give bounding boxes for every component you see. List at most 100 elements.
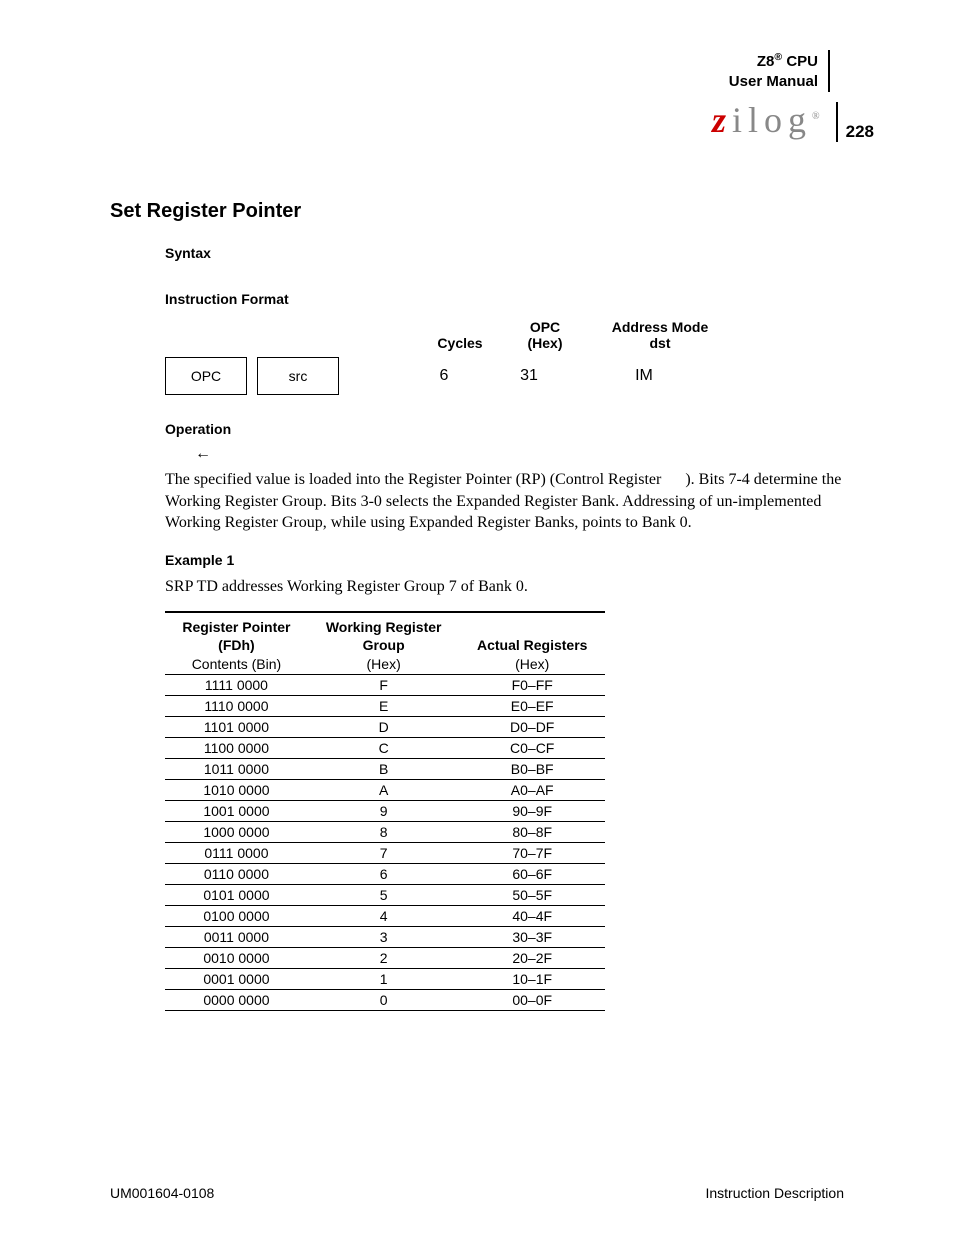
table-cell: 10–1F (459, 969, 605, 990)
subhdr-hex1: (Hex) (308, 654, 460, 675)
table-cell: 00–0F (459, 990, 605, 1011)
table-cell: 80–8F (459, 822, 605, 843)
section-title: Set Register Pointer (110, 200, 874, 223)
table-row: 0000 0000000–0F (165, 990, 605, 1011)
footer-docid: UM001604-0108 (110, 1185, 214, 1201)
table-cell: E0–EF (459, 696, 605, 717)
table-row: 0111 0000770–7F (165, 843, 605, 864)
table-cell: 9 (308, 801, 460, 822)
table-row: 1100 0000CC0–CF (165, 738, 605, 759)
table-row: 1011 0000BB0–BF (165, 759, 605, 780)
example1-heading: Example 1 (165, 552, 874, 568)
zilog-logo: zilog® (712, 102, 838, 142)
page-header: Z8® CPU User Manual zilog® 228 (110, 50, 874, 160)
table-cell: 40–4F (459, 906, 605, 927)
table-cell: 0011 0000 (165, 927, 308, 948)
table-row: 1111 0000FF0–FF (165, 675, 605, 696)
table-cell: B0–BF (459, 759, 605, 780)
table-cell: 30–3F (459, 927, 605, 948)
table-cell: A (308, 780, 460, 801)
table-cell: A0–AF (459, 780, 605, 801)
table-cell: E (308, 696, 460, 717)
table-subheader-row: Contents (Bin) (Hex) (Hex) (165, 654, 605, 675)
table-cell: 0000 0000 (165, 990, 308, 1011)
col-cycles-header: Cycles (415, 335, 505, 351)
table-cell: 20–2F (459, 948, 605, 969)
reg-mark: ® (774, 51, 782, 63)
table-cell: 0100 0000 (165, 906, 308, 927)
table-row: 0001 0000110–1F (165, 969, 605, 990)
table-cell: 1 (308, 969, 460, 990)
table-cell: 2 (308, 948, 460, 969)
table-row: 0110 0000660–6F (165, 864, 605, 885)
table-cell: 70–7F (459, 843, 605, 864)
page-footer: UM001604-0108 Instruction Description (110, 1185, 844, 1201)
th-working-group: Working RegisterGroup (308, 612, 460, 654)
col-opc-header: OPC (Hex) (505, 319, 585, 351)
page-number: 228 (838, 122, 874, 142)
logo-rest: ilog (732, 100, 812, 140)
table-cell: B (308, 759, 460, 780)
th-actual-registers: Actual Registers (459, 612, 605, 654)
table-cell: 1010 0000 (165, 780, 308, 801)
table-cell: 1111 0000 (165, 675, 308, 696)
opc-value: 31 (489, 367, 569, 385)
table-cell: 7 (308, 843, 460, 864)
table-cell: 60–6F (459, 864, 605, 885)
table-cell: F0–FF (459, 675, 605, 696)
th-reg-pointer: Register Pointer(FDh) (165, 612, 308, 654)
table-row: 0010 0000220–2F (165, 948, 605, 969)
register-table: Register Pointer(FDh) Working RegisterGr… (165, 611, 605, 1011)
syntax-heading: Syntax (165, 245, 874, 261)
cycles-value: 6 (399, 367, 489, 385)
doc-subtitle: User Manual (729, 72, 818, 92)
table-cell: 0111 0000 (165, 843, 308, 864)
table-cell: 6 (308, 864, 460, 885)
subhdr-contents: Contents (Bin) (165, 654, 308, 675)
table-cell: 5 (308, 885, 460, 906)
table-cell: D0–DF (459, 717, 605, 738)
table-cell: 4 (308, 906, 460, 927)
table-row: 1000 0000880–8F (165, 822, 605, 843)
product-name: Z8 (757, 53, 775, 70)
table-cell: 8 (308, 822, 460, 843)
addr-mode-value: IM (569, 367, 719, 385)
table-cell: 1101 0000 (165, 717, 308, 738)
table-cell: 1011 0000 (165, 759, 308, 780)
opc-box: OPC (165, 357, 247, 395)
table-cell: 90–9F (459, 801, 605, 822)
operation-heading: Operation (165, 421, 874, 437)
table-cell: 1000 0000 (165, 822, 308, 843)
table-cell: F (308, 675, 460, 696)
table-cell: D (308, 717, 460, 738)
table-row: 1010 0000AA0–AF (165, 780, 605, 801)
table-row: 0101 0000550–5F (165, 885, 605, 906)
table-cell: 0101 0000 (165, 885, 308, 906)
table-cell: 1100 0000 (165, 738, 308, 759)
cpu-label: CPU (786, 53, 818, 70)
table-row: 1001 0000990–9F (165, 801, 605, 822)
table-row: 1110 0000EE0–EF (165, 696, 605, 717)
table-cell: 1001 0000 (165, 801, 308, 822)
instr-format-heading: Instruction Format (165, 291, 874, 307)
example1-text: SRP TD addresses Working Register Group … (165, 576, 874, 598)
table-cell: 0 (308, 990, 460, 1011)
table-cell: 0010 0000 (165, 948, 308, 969)
table-cell: C0–CF (459, 738, 605, 759)
doc-title-block: Z8® CPU User Manual (729, 50, 830, 92)
table-cell: 50–5F (459, 885, 605, 906)
instr-header-row: Cycles OPC (Hex) Address Mode dst (165, 319, 874, 351)
src-box: src (257, 357, 339, 395)
subhdr-hex2: (Hex) (459, 654, 605, 675)
table-cell: 0110 0000 (165, 864, 308, 885)
table-cell: 3 (308, 927, 460, 948)
table-cell: 1110 0000 (165, 696, 308, 717)
footer-section: Instruction Description (705, 1185, 844, 1201)
table-row: 0011 0000330–3F (165, 927, 605, 948)
instr-value-row: OPC src 6 31 IM (165, 357, 874, 395)
col-addr-header: Address Mode dst (585, 319, 735, 351)
logo-z: z (712, 100, 732, 140)
page-content: Set Register Pointer Syntax Instruction … (110, 200, 874, 1011)
table-row: 0100 0000440–4F (165, 906, 605, 927)
operation-arrow: ← (195, 445, 874, 463)
